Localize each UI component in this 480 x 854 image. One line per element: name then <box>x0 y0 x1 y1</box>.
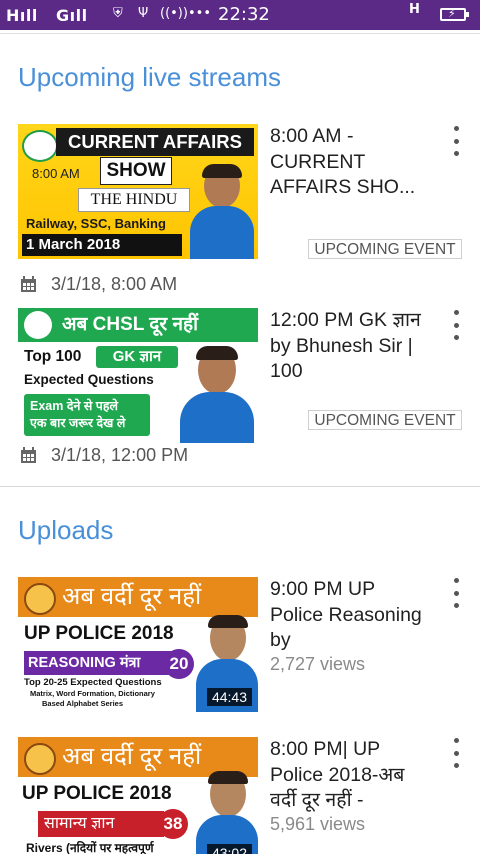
video-duration: 44:43 <box>206 688 252 706</box>
thumbnail-subject: सामान्य ज्ञान <box>38 811 164 837</box>
upcoming-live-streams-heading: Upcoming live streams <box>18 62 281 92</box>
video-title[interactable]: 9:00 PM UP Police Reasoning by <box>270 577 430 654</box>
thumbnail-time: 8:00 AM <box>32 166 80 181</box>
thumbnail-subject: REASONING मंत्रा <box>24 651 174 675</box>
presenter-image <box>196 771 258 854</box>
thumbnail-line-2: Matrix, Word Formation, Dictionary <box>30 689 155 698</box>
police-emblem <box>24 743 56 775</box>
view-count: 5,961 views <box>270 814 366 834</box>
status-bar: Hıll Gıll ⛨ Ψ ((•)) ••• 22:32 H ⚡ <box>0 0 480 30</box>
thumbnail-number: 20 <box>164 649 194 679</box>
thumbnail-expected: Expected Questions <box>24 372 154 387</box>
scheduled-date-text: 3/1/18, 12:00 PM <box>51 444 189 465</box>
more-options-icon[interactable] <box>446 578 466 608</box>
calendar-icon <box>21 275 36 292</box>
video-thumbnail[interactable]: CURRENT AFFAIRS SHOW 8:00 AM THE HINDU R… <box>18 124 258 259</box>
signal-strength-1: Hıll <box>6 6 38 25</box>
video-thumbnail[interactable]: अब वर्दी दूर नहीं UP POLICE 2018 REASONI… <box>18 577 258 712</box>
thumbnail-line-3: Based Alphabet Series <box>42 699 124 708</box>
thumbnail-show: SHOW <box>100 157 172 185</box>
presenter-image <box>180 346 254 443</box>
video-title[interactable]: 8:00 AM - CURRENT AFFAIRS SHO... <box>270 124 430 201</box>
thumbnail-headline: CURRENT AFFAIRS <box>56 128 254 156</box>
thumbnail-title: UP POLICE 2018 <box>24 623 174 644</box>
usb-icon: Ψ <box>138 6 149 21</box>
section-divider <box>0 486 480 487</box>
video-thumbnail[interactable]: अब CHSL दूर नहीं Top 100 GK ज्ञान Expect… <box>18 308 258 443</box>
video-thumbnail[interactable]: अब वर्दी दूर नहीं UP POLICE 2018 सामान्य… <box>18 737 258 854</box>
hotspot-icon: ((•)) <box>160 6 188 21</box>
thumbnail-number: 38 <box>158 809 188 839</box>
thumbnail-date: 1 March 2018 <box>22 234 182 256</box>
view-count: 2,727 views <box>270 654 366 674</box>
police-emblem <box>24 583 56 615</box>
video-title[interactable]: 8:00 PM| UP Police 2018-अब वर्दी दूर नही… <box>270 737 430 814</box>
more-options-icon[interactable] <box>446 310 466 340</box>
video-title[interactable]: 12:00 PM GK ज्ञान by Bhunesh Sir | 100 <box>270 308 430 385</box>
shield-icon: ⛨ <box>113 6 123 21</box>
channel-logo <box>22 130 58 162</box>
thumbnail-title: UP POLICE 2018 <box>22 783 172 804</box>
clock: 22:32 <box>218 4 270 25</box>
thumbnail-line-1: Rivers (नदियों पर महत्वपूर्ण <box>26 841 154 854</box>
video-duration: 43:02 <box>206 844 252 854</box>
network-type-icon: H <box>409 2 420 17</box>
scheduled-date-text: 3/1/18, 8:00 AM <box>51 273 178 294</box>
channel-logo <box>24 311 52 339</box>
more-options-icon[interactable] <box>446 126 466 156</box>
signal-strength-2: Gıll <box>56 6 88 25</box>
more-options-icon[interactable] <box>446 738 466 768</box>
presenter-image <box>190 164 254 259</box>
upcoming-event-badge: UPCOMING EVENT <box>308 410 462 430</box>
top-divider <box>0 33 480 34</box>
scheduled-date: 3/1/18, 8:00 AM <box>20 272 177 296</box>
battery-icon: ⚡ <box>440 7 469 21</box>
thumbnail-gk: GK ज्ञान <box>96 346 178 368</box>
scheduled-date: 3/1/18, 12:00 PM <box>20 443 188 467</box>
thumbnail-top: Top 100 <box>24 348 82 365</box>
thumbnail-headline: अब CHSL दूर नहीं <box>18 308 258 342</box>
exam-note-line-2: एक बार जरूर देख ले <box>30 416 126 430</box>
thumbnail-exam-note: Exam देने से पहले एक बार जरूर देख ले <box>24 394 150 436</box>
more-notifications-icon: ••• <box>188 6 212 21</box>
upcoming-event-badge: UPCOMING EVENT <box>308 239 462 259</box>
exam-note-line-1: Exam देने से पहले <box>30 399 119 413</box>
thumbnail-line-1: Top 20-25 Expected Questions <box>24 677 162 688</box>
uploads-heading: Uploads <box>18 515 114 545</box>
thumbnail-exams: Railway, SSC, Banking <box>26 216 166 231</box>
calendar-icon <box>21 446 36 463</box>
newspaper-logo: THE HINDU <box>78 188 190 212</box>
